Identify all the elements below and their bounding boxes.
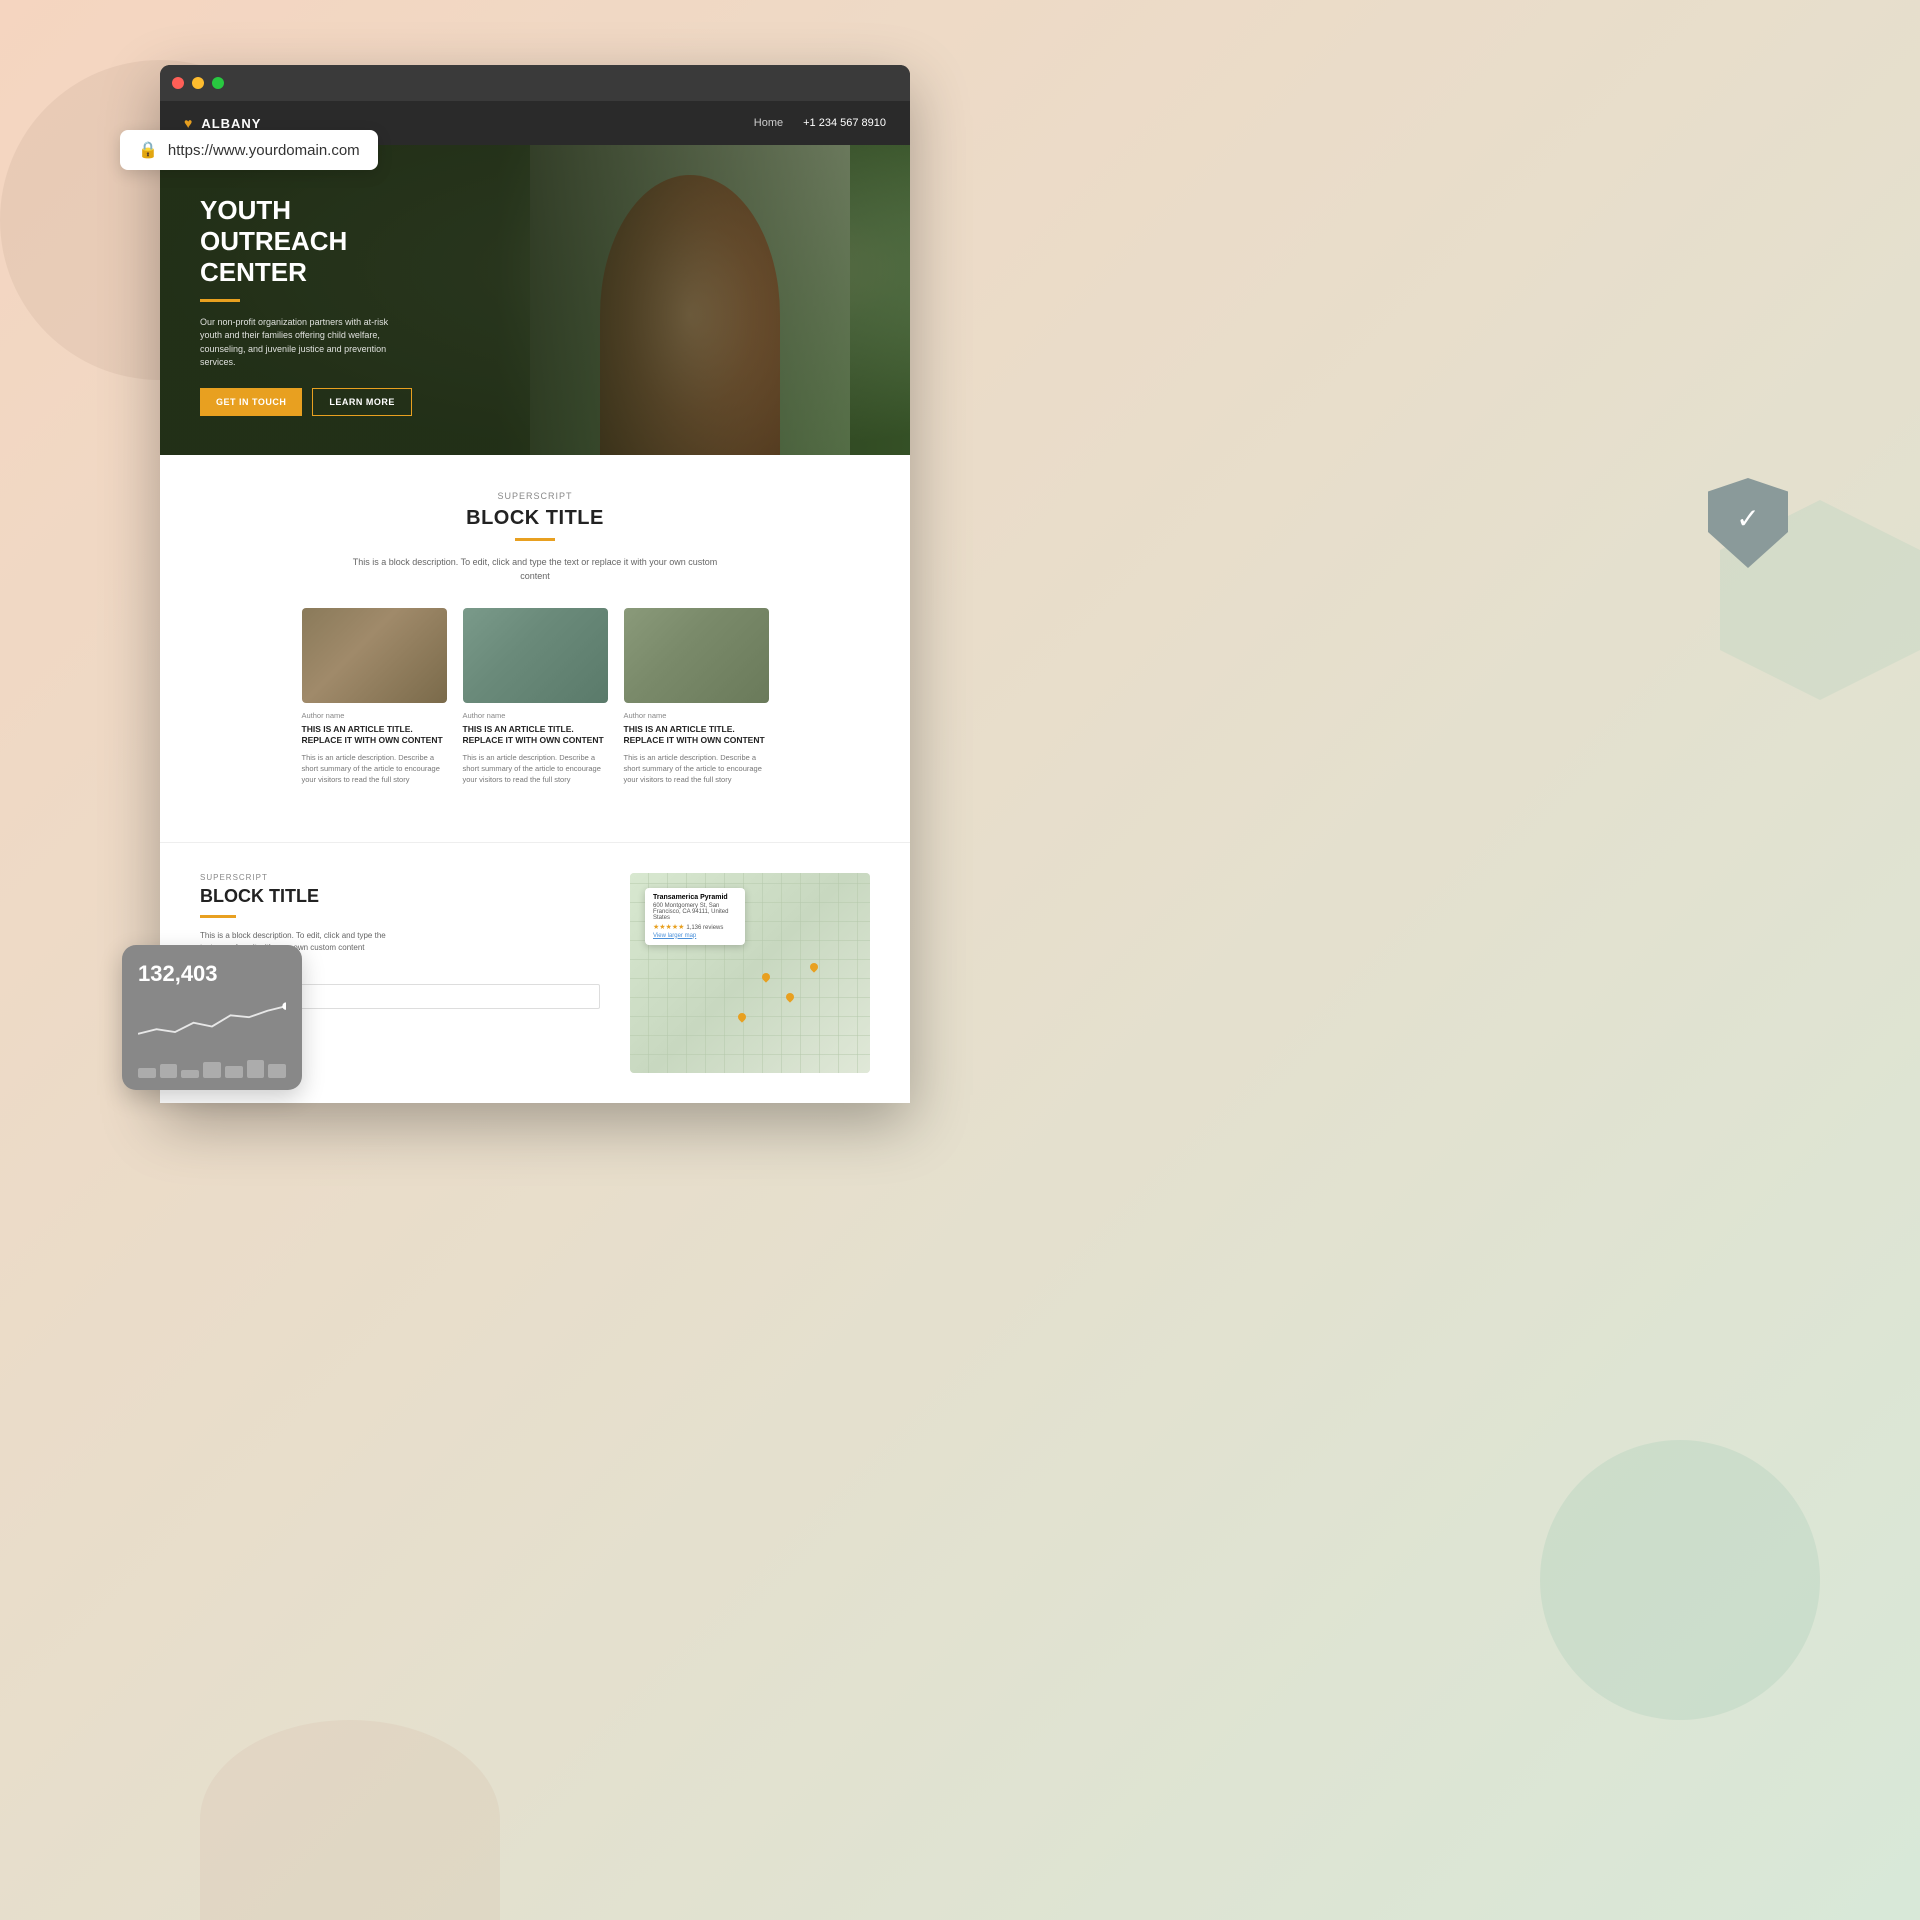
article-card-2: Author name THIS IS AN ARTICLE TITLE. RE… xyxy=(463,608,608,786)
hero-content: YOUTH OUTREACH CENTER Our non-profit org… xyxy=(160,145,910,455)
url-bar: 🔒 https://www.yourdomain.com xyxy=(120,130,378,170)
nav-phone: +1 234 567 8910 xyxy=(803,117,886,129)
stats-bar-2 xyxy=(160,1064,178,1078)
article-desc-1: This is an article description. Describe… xyxy=(302,752,447,786)
block-title-underline xyxy=(515,538,555,541)
hero-title: YOUTH OUTREACH CENTER xyxy=(200,195,420,289)
lock-icon: 🔒 xyxy=(138,140,158,160)
nav-links: Home +1 234 567 8910 xyxy=(754,117,886,129)
article-author-1: Author name xyxy=(302,711,447,720)
stats-bar-1 xyxy=(138,1068,156,1078)
browser-topbar xyxy=(160,65,910,101)
heart-icon: ♥ xyxy=(184,115,193,131)
hero-buttons: GET IN TOUCH LEARN MORE xyxy=(200,388,870,416)
browser-minimize-dot[interactable] xyxy=(192,77,204,89)
article-author-3: Author name xyxy=(624,711,769,720)
article-image-1 xyxy=(302,608,447,703)
browser-close-dot[interactable] xyxy=(172,77,184,89)
article-desc-3: This is an article description. Describe… xyxy=(624,752,769,786)
map-image: Transamerica Pyramid 600 Montgomery St, … xyxy=(630,873,870,1073)
contact-title: BLOCK TITLE xyxy=(200,886,600,907)
stats-bar-4 xyxy=(203,1062,221,1078)
article-title-2: THIS IS AN ARTICLE TITLE. REPLACE IT WIT… xyxy=(463,724,608,746)
map-container: Transamerica Pyramid 600 Montgomery St, … xyxy=(630,873,870,1073)
shield-shape: ✓ xyxy=(1708,478,1788,568)
map-pins xyxy=(630,873,870,1073)
stats-bars xyxy=(138,1058,286,1078)
stats-bar-7 xyxy=(268,1064,286,1078)
block-title-section: SUPERSCRIPT BLOCK TITLE This is a block … xyxy=(160,455,910,842)
article-image-2 xyxy=(463,608,608,703)
block-superscript: SUPERSCRIPT xyxy=(200,491,870,501)
map-pin-1 xyxy=(760,971,771,982)
map-pin-2 xyxy=(784,991,795,1002)
map-pin-4 xyxy=(808,961,819,972)
hero-title-underline xyxy=(200,299,240,302)
contact-title-underline xyxy=(200,915,236,918)
learn-more-button[interactable]: LEARN MORE xyxy=(312,388,412,416)
article-card-3: Author name THIS IS AN ARTICLE TITLE. RE… xyxy=(624,608,769,786)
stats-widget: 132,403 xyxy=(122,945,302,1090)
article-title-1: THIS IS AN ARTICLE TITLE. REPLACE IT WIT… xyxy=(302,724,447,746)
nav-logo-text: ALBANY xyxy=(201,116,261,131)
block-description: This is a block description. To edit, cl… xyxy=(345,555,725,584)
bg-decoration-2 xyxy=(1482,1382,1878,1778)
nav-home-link[interactable]: Home xyxy=(754,117,783,129)
stats-chart xyxy=(138,995,286,1045)
article-card-1: Author name THIS IS AN ARTICLE TITLE. RE… xyxy=(302,608,447,786)
stats-bar-3 xyxy=(181,1070,199,1078)
hero-section: YOUTH OUTREACH CENTER Our non-profit org… xyxy=(160,145,910,455)
article-desc-2: This is an article description. Describe… xyxy=(463,752,608,786)
stats-number: 132,403 xyxy=(138,961,286,987)
contact-superscript: SUPERSCRIPT xyxy=(200,873,600,882)
article-title-3: THIS IS AN ARTICLE TITLE. REPLACE IT WIT… xyxy=(624,724,769,746)
shield-widget: ✓ xyxy=(1708,478,1788,568)
article-image-3 xyxy=(624,608,769,703)
url-text: https://www.yourdomain.com xyxy=(168,142,360,159)
browser-fullscreen-dot[interactable] xyxy=(212,77,224,89)
bg-decoration-4 xyxy=(200,1720,500,1920)
stats-bar-6 xyxy=(247,1060,265,1078)
shield-checkmark-icon: ✓ xyxy=(1736,502,1759,535)
hero-description: Our non-profit organization partners wit… xyxy=(200,316,400,370)
stats-bar-5 xyxy=(225,1066,243,1078)
block-main-title: BLOCK TITLE xyxy=(200,507,870,530)
article-author-2: Author name xyxy=(463,711,608,720)
articles-grid: Author name THIS IS AN ARTICLE TITLE. RE… xyxy=(200,608,870,786)
map-pin-3 xyxy=(736,1011,747,1022)
get-in-touch-button[interactable]: GET IN TOUCH xyxy=(200,388,302,416)
nav-logo: ♥ ALBANY xyxy=(184,115,261,131)
